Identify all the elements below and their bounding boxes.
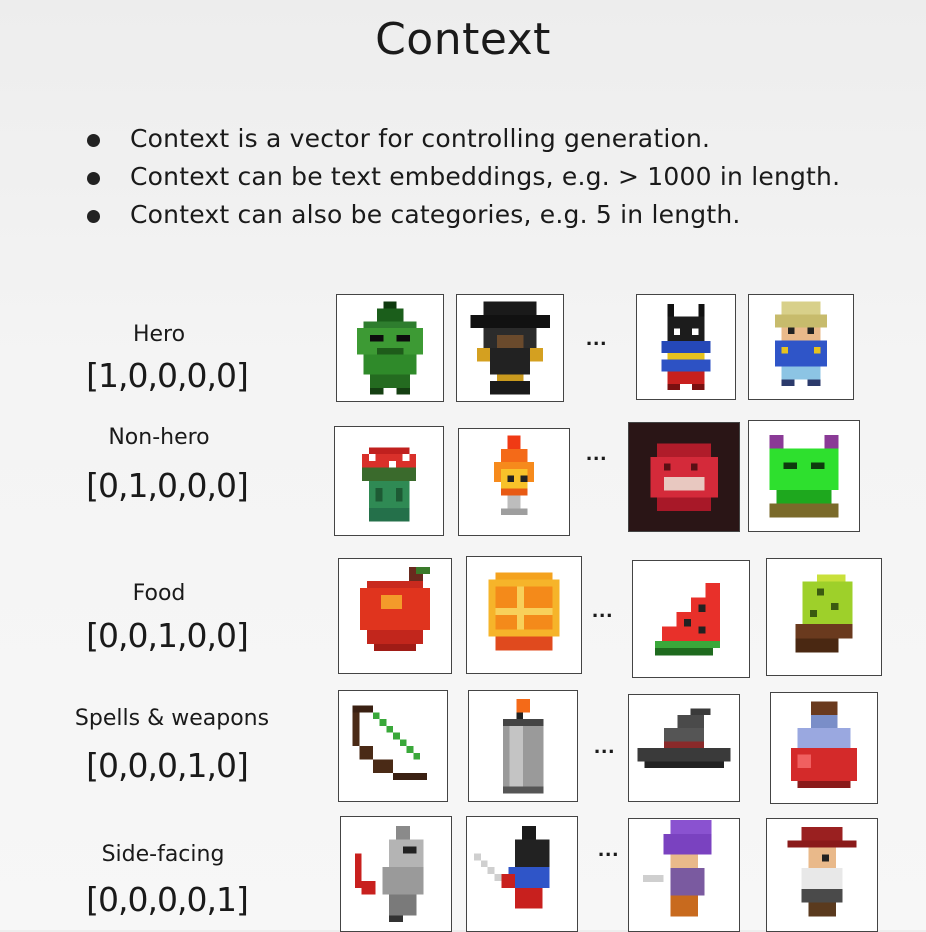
green-frog-monster-sprite	[748, 420, 860, 532]
candle-sprite	[468, 690, 578, 802]
bullet-dot-icon	[87, 210, 100, 223]
red-hat-hero-sprite	[766, 818, 878, 932]
bullet-item: Context can also be categories, e.g. 5 i…	[82, 196, 840, 234]
bullet-list: Context is a vector for controlling gene…	[82, 120, 840, 234]
red-slime-sprite	[628, 422, 740, 532]
bullet-item: Context can be text embeddings, e.g. > 1…	[82, 158, 840, 196]
blonde-hero-sprite	[748, 294, 854, 400]
category-label-food: Food	[132, 581, 186, 606]
bullet-text: Context is a vector for controlling gene…	[130, 124, 711, 153]
dark-ninja-sprite	[466, 816, 578, 932]
orange-slice-sprite	[466, 556, 582, 674]
category-label-hero: Hero	[132, 322, 186, 347]
witch-hat-sprite	[628, 694, 740, 802]
bow-sprite	[338, 690, 448, 802]
category-vector-hero: [1,0,0,0,0]	[86, 356, 249, 395]
purple-hair-hero-sprite	[628, 818, 740, 932]
category-vector-non-hero: [0,1,0,0,0]	[86, 466, 249, 505]
bullet-dot-icon	[87, 172, 100, 185]
category-vector-food: [0,0,1,0,0]	[86, 616, 249, 655]
watermelon-slice-sprite	[632, 560, 750, 678]
red-potion-sprite	[770, 692, 878, 804]
bullet-item: Context is a vector for controlling gene…	[82, 120, 840, 158]
category-label-non-hero: Non-hero	[108, 425, 210, 450]
ellipsis: ...	[586, 325, 608, 350]
slide-title: Context	[375, 14, 551, 65]
kiwi-slice-sprite	[766, 558, 882, 676]
armored-knight-sprite	[340, 816, 452, 932]
category-vector-side-facing: [0,0,0,0,1]	[86, 880, 249, 919]
category-label-side-facing: Side-facing	[101, 842, 225, 867]
ellipsis: ...	[586, 440, 608, 465]
fire-spirit-sprite	[458, 428, 570, 536]
bullet-text: Context can be text embeddings, e.g. > 1…	[130, 162, 841, 191]
ellipsis: ...	[592, 597, 614, 622]
apple-sprite	[338, 558, 452, 674]
ellipsis: ...	[594, 733, 616, 758]
black-cat-hero-sprite	[636, 294, 736, 400]
dark-hat-hero-sprite	[456, 294, 564, 402]
category-vector-spells-weapons: [0,0,0,1,0]	[86, 746, 249, 785]
ellipsis: ...	[598, 836, 620, 861]
mushroom-creature-sprite	[334, 426, 444, 536]
category-label-spells-weapons: Spells & weapons	[74, 706, 270, 731]
bullet-text: Context can also be categories, e.g. 5 i…	[130, 200, 741, 229]
bullet-dot-icon	[87, 134, 100, 147]
green-goblin-sprite	[336, 294, 444, 402]
